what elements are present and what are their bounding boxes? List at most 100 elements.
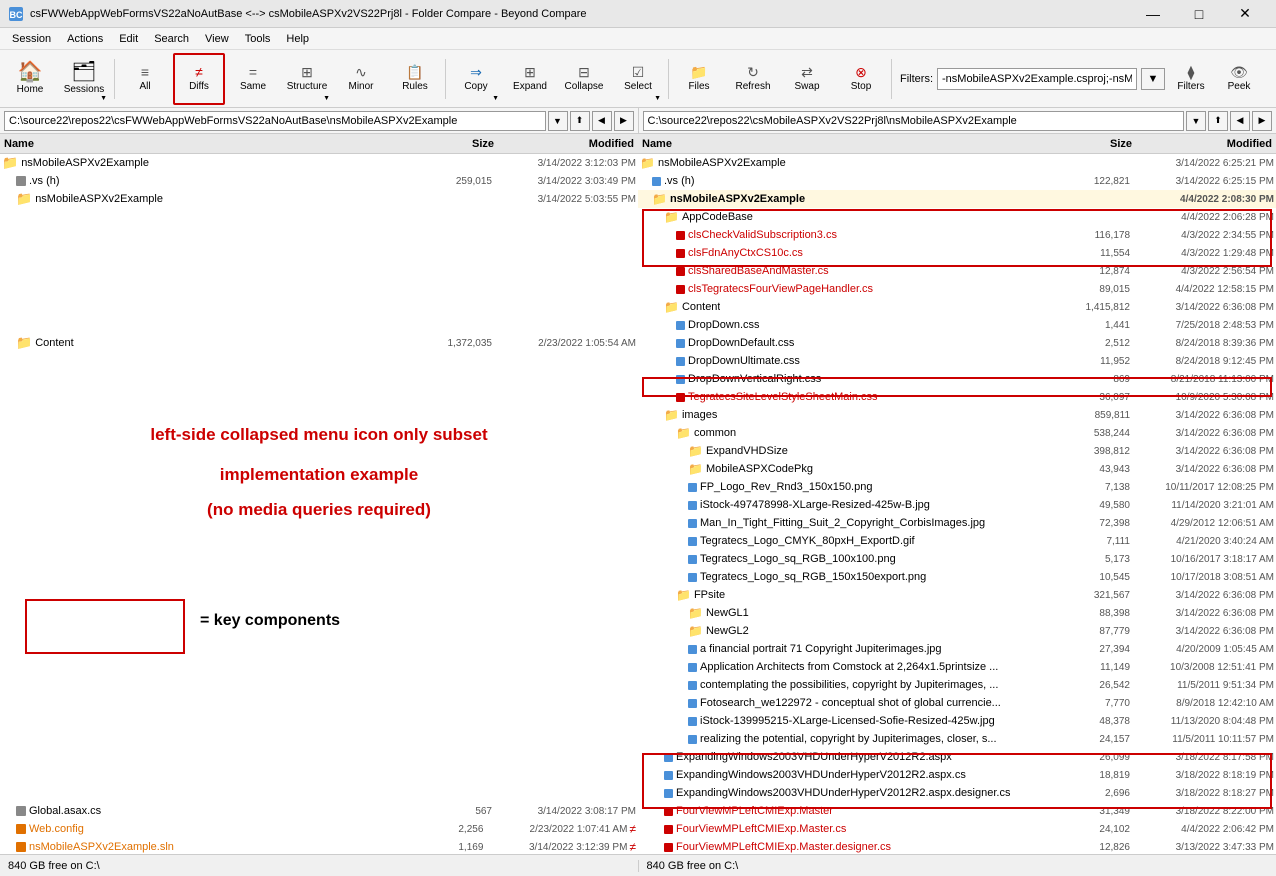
list-item[interactable]: Application Architects from Comstock at …: [638, 658, 1276, 676]
rules-button[interactable]: 📋 Rules: [389, 53, 441, 105]
list-item[interactable]: .vs (h) 259,015 3/14/2022 3:03:49 PM: [0, 172, 638, 190]
menu-help[interactable]: Help: [278, 31, 317, 47]
list-item[interactable]: Web.config 2,256 2/23/2022 1:07:41 AM ≠: [0, 820, 638, 838]
peek-button[interactable]: 👁 Peek: [1217, 53, 1261, 105]
list-item[interactable]: [0, 388, 638, 406]
stop-button[interactable]: ⊗ Stop: [835, 53, 887, 105]
left-nav-forward[interactable]: ▶: [614, 111, 634, 131]
list-item[interactable]: 📁nsMobileASPXv2Example 4/4/2022 2:08:30 …: [638, 190, 1276, 208]
right-nav-back[interactable]: ◀: [1230, 111, 1250, 131]
list-item[interactable]: FP_Logo_Rev_Rnd3_150x150.png 7,138 10/11…: [638, 478, 1276, 496]
list-item[interactable]: 📁MobileASPXCodePkg 43,943 3/14/2022 6:36…: [638, 460, 1276, 478]
list-item[interactable]: 📁common 538,244 3/14/2022 6:36:08 PM: [638, 424, 1276, 442]
list-item[interactable]: [0, 766, 638, 784]
copy-button[interactable]: ⇒ Copy: [450, 53, 502, 105]
refresh-button[interactable]: ↻ Refresh: [727, 53, 779, 105]
list-item[interactable]: contemplating the possibilities, copyrig…: [638, 676, 1276, 694]
home-button[interactable]: 🏠 Home: [4, 53, 56, 105]
minor-button[interactable]: ∿ Minor: [335, 53, 387, 105]
list-item[interactable]: ExpandingWindows2003VHDUnderHyperV2012R2…: [638, 748, 1276, 766]
list-item[interactable]: [0, 784, 638, 802]
list-item[interactable]: ExpandingWindows2003VHDUnderHyperV2012R2…: [638, 766, 1276, 784]
diffs-button[interactable]: ≠ Diffs: [173, 53, 225, 105]
sessions-button[interactable]: 🗂 Sessions: [58, 53, 110, 105]
list-item[interactable]: [0, 748, 638, 766]
list-item[interactable]: [0, 424, 638, 442]
list-item[interactable]: 📁Content 1,372,035 2/23/2022 1:05:54 AM: [0, 334, 638, 352]
list-item[interactable]: [0, 208, 638, 226]
list-item[interactable]: DropDownUltimate.css 11,952 8/24/2018 9:…: [638, 352, 1276, 370]
list-item[interactable]: [0, 514, 638, 532]
swap-button[interactable]: ⇄ Swap: [781, 53, 833, 105]
list-item[interactable]: 📁FPsite 321,567 3/14/2022 6:36:08 PM: [638, 586, 1276, 604]
list-item[interactable]: [0, 406, 638, 424]
list-item[interactable]: Tegratecs_Logo_sq_RGB_100x100.png 5,173 …: [638, 550, 1276, 568]
all-button[interactable]: ≡ All: [119, 53, 171, 105]
list-item[interactable]: 📁NewGL1 88,398 3/14/2022 6:36:08 PM: [638, 604, 1276, 622]
list-item[interactable]: [0, 460, 638, 478]
list-item[interactable]: [0, 730, 638, 748]
list-item[interactable]: 📁images 859,811 3/14/2022 6:36:08 PM: [638, 406, 1276, 424]
select-button[interactable]: ☑ Select: [612, 53, 664, 105]
minimize-button[interactable]: —: [1130, 0, 1176, 28]
list-item[interactable]: [0, 622, 638, 640]
menu-edit[interactable]: Edit: [111, 31, 146, 47]
structure-button[interactable]: ⊞ Structure: [281, 53, 333, 105]
list-item[interactable]: [0, 568, 638, 586]
list-item[interactable]: [0, 496, 638, 514]
left-path-dropdown[interactable]: ▼: [548, 111, 568, 131]
list-item[interactable]: [0, 262, 638, 280]
list-item[interactable]: clsSharedBaseAndMaster.cs 12,874 4/3/202…: [638, 262, 1276, 280]
list-item[interactable]: ExpandingWindows2003VHDUnderHyperV2012R2…: [638, 784, 1276, 802]
list-item[interactable]: [0, 226, 638, 244]
list-item[interactable]: clsCheckValidSubscription3.cs 116,178 4/…: [638, 226, 1276, 244]
list-item[interactable]: [0, 280, 638, 298]
filter-dropdown-button[interactable]: ▼: [1141, 68, 1165, 90]
list-item[interactable]: TegratecsSiteLevelStyleSheetMain.css 36,…: [638, 388, 1276, 406]
menu-search[interactable]: Search: [146, 31, 197, 47]
list-item[interactable]: FourViewMPLeftCMIExp.Master 31,349 3/18/…: [638, 802, 1276, 820]
list-item[interactable]: FourViewMPLeftCMIExp.Master.designer.cs …: [638, 838, 1276, 854]
list-item[interactable]: FourViewMPLeftCMIExp.Master.cs 24,102 4/…: [638, 820, 1276, 838]
list-item[interactable]: [0, 370, 638, 388]
list-item[interactable]: 📁nsMobileASPXv2Example 3/14/2022 6:25:21…: [638, 154, 1276, 172]
list-item[interactable]: a financial portrait 71 Copyright Jupite…: [638, 640, 1276, 658]
list-item[interactable]: nsMobileASPXv2Example.sln 1,169 3/14/202…: [0, 838, 638, 854]
files-button[interactable]: 📁 Files: [673, 53, 725, 105]
list-item[interactable]: 📁ExpandVHDSize 398,812 3/14/2022 6:36:08…: [638, 442, 1276, 460]
list-item[interactable]: 📁Content 1,415,812 3/14/2022 6:36:08 PM: [638, 298, 1276, 316]
list-item[interactable]: [0, 316, 638, 334]
right-nav-forward[interactable]: ▶: [1252, 111, 1272, 131]
list-item[interactable]: [0, 352, 638, 370]
filter-input[interactable]: [937, 68, 1137, 90]
list-item[interactable]: 📁nsMobileASPXv2Example 3/14/2022 3:12:03…: [0, 154, 638, 172]
list-item[interactable]: [0, 532, 638, 550]
left-file-list[interactable]: 📁nsMobileASPXv2Example 3/14/2022 3:12:03…: [0, 154, 638, 854]
list-item[interactable]: Tegratecs_Logo_CMYK_80pxH_ExportD.gif 7,…: [638, 532, 1276, 550]
menu-tools[interactable]: Tools: [237, 31, 279, 47]
list-item[interactable]: [0, 640, 638, 658]
list-item[interactable]: [0, 658, 638, 676]
list-item[interactable]: [0, 442, 638, 460]
list-item[interactable]: DropDownVerticalRight.css 869 8/21/2018 …: [638, 370, 1276, 388]
list-item[interactable]: 📁AppCodeBase 4/4/2022 2:06:28 PM: [638, 208, 1276, 226]
list-item[interactable]: DropDown.css 1,441 7/25/2018 2:48:53 PM: [638, 316, 1276, 334]
expand-button[interactable]: ⊞ Expand: [504, 53, 556, 105]
list-item[interactable]: Fotosearch_we122972 - conceptual shot of…: [638, 694, 1276, 712]
menu-session[interactable]: Session: [4, 31, 59, 47]
right-nav-up[interactable]: ⬆: [1208, 111, 1228, 131]
list-item[interactable]: realizing the potential, copyright by Ju…: [638, 730, 1276, 748]
right-path-dropdown[interactable]: ▼: [1186, 111, 1206, 131]
list-item[interactable]: [0, 586, 638, 604]
list-item[interactable]: 📁NewGL2 87,779 3/14/2022 6:36:08 PM: [638, 622, 1276, 640]
list-item[interactable]: [0, 244, 638, 262]
same-button[interactable]: = Same: [227, 53, 279, 105]
list-item[interactable]: clsTegratecsFourViewPageHandler.cs 89,01…: [638, 280, 1276, 298]
list-item[interactable]: [0, 604, 638, 622]
collapse-button[interactable]: ⊟ Collapse: [558, 53, 610, 105]
list-item[interactable]: [0, 712, 638, 730]
left-nav-up[interactable]: ⬆: [570, 111, 590, 131]
list-item[interactable]: [0, 298, 638, 316]
list-item[interactable]: [0, 550, 638, 568]
filters-button[interactable]: ⧫ Filters: [1169, 53, 1213, 105]
